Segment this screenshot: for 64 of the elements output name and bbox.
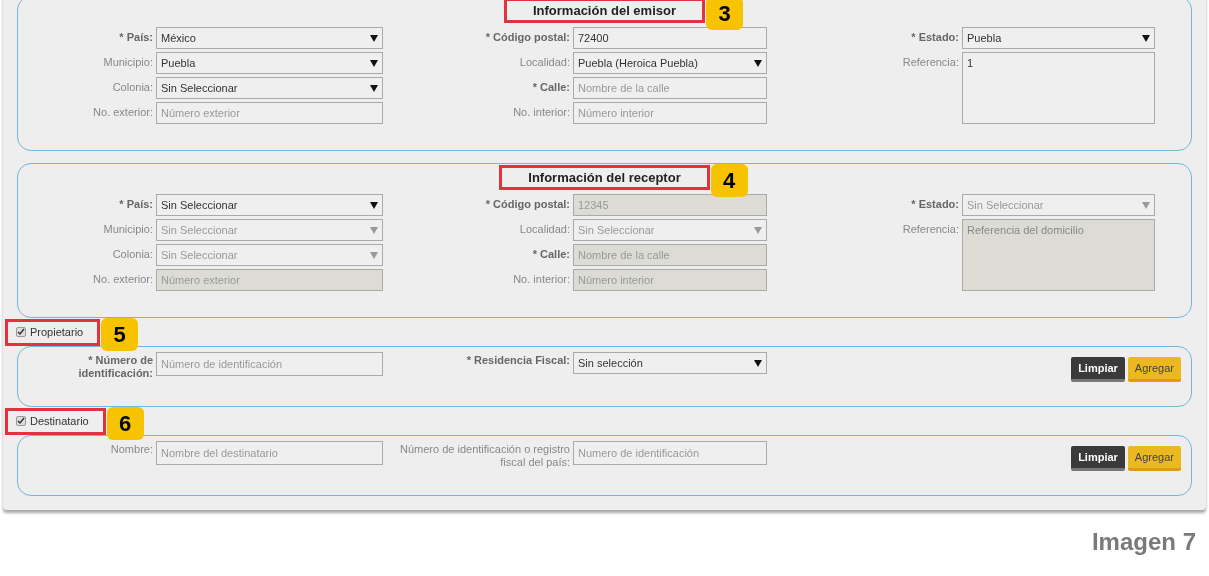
checkbox[interactable] (16, 327, 26, 337)
field-label: Referencia: (902, 56, 959, 69)
field-label: * Estado: (911, 31, 959, 44)
input-field[interactable]: Numero de identificación (573, 441, 767, 465)
field-label: No. exterior: (93, 106, 153, 119)
field-label: Municipio: (103, 223, 153, 236)
select-field[interactable]: Puebla (156, 52, 383, 74)
field-label: * País: (119, 31, 153, 44)
field-label: Referencia: (902, 223, 959, 236)
field-label: No. interior: (513, 106, 570, 119)
field-label: * Estado: (911, 198, 959, 211)
clear-button[interactable]: Limpiar (1071, 357, 1125, 382)
select-field[interactable]: Puebla (962, 27, 1155, 49)
field-label: * Número de identificación: (77, 354, 153, 380)
step-badge: 6 (106, 406, 144, 440)
field-label: * Calle: (532, 81, 570, 94)
input-field[interactable]: Nombre de la calle (573, 77, 767, 99)
select-field[interactable]: México (156, 27, 383, 49)
caret-icon (1142, 201, 1150, 209)
field-label: Localidad: (519, 56, 570, 69)
input-field[interactable]: Número exterior (156, 102, 383, 124)
caret-icon (1142, 34, 1150, 42)
image-caption: Imagen 7 (1091, 527, 1196, 557)
caret-icon (370, 201, 378, 209)
checkbox-label: Propietario (30, 324, 84, 340)
caret-icon (370, 251, 378, 259)
checkbox-label: Destinatario (30, 413, 89, 429)
field-label: * Calle: (532, 248, 570, 261)
clear-button[interactable]: Limpiar (1071, 446, 1125, 471)
field-label: No. interior: (513, 273, 570, 286)
select-field[interactable]: Sin Seleccionar (156, 194, 383, 216)
caret-icon (370, 226, 378, 234)
input-field[interactable]: Número interior (573, 102, 767, 124)
textarea-field[interactable]: 1 (962, 52, 1155, 124)
field-label: No. exterior: (93, 273, 153, 286)
select-field[interactable]: Sin selección (573, 352, 767, 374)
field-label: * País: (119, 198, 153, 211)
field-label: Localidad: (519, 223, 570, 236)
caret-icon (754, 359, 762, 367)
input-field[interactable]: Nombre del destinatario (156, 441, 383, 465)
step-badge: 5 (101, 317, 139, 351)
checkbox[interactable] (16, 416, 26, 426)
select-field[interactable]: Sin Seleccionar (156, 77, 383, 99)
field-label: Nombre: (110, 443, 153, 457)
input-field[interactable]: Número de identificación (156, 352, 383, 376)
field-label: Colonia: (112, 81, 153, 94)
field-label: Municipio: (103, 56, 153, 69)
field-label: * Residencia Fiscal: (466, 354, 570, 368)
field-label: Colonia: (112, 248, 153, 261)
add-button[interactable]: Agregar (1127, 357, 1181, 382)
caret-icon (370, 34, 378, 42)
step-badge: 3 (706, 0, 743, 30)
section-title: Información del emisor (532, 2, 676, 20)
section-title: Información del receptor (528, 169, 681, 187)
input-field[interactable]: 72400 (573, 27, 767, 49)
field-label: * Código postal: (485, 198, 570, 211)
field-label: Número de identificación o registro fiscal del país: (399, 443, 570, 469)
field-label: * Código postal: (485, 31, 570, 44)
select-field[interactable]: Puebla (Heroica Puebla) (573, 52, 767, 74)
add-button[interactable]: Agregar (1127, 446, 1181, 471)
caret-icon (370, 59, 378, 67)
caret-icon (754, 226, 762, 234)
caret-icon (370, 84, 378, 92)
caret-icon (754, 59, 762, 67)
